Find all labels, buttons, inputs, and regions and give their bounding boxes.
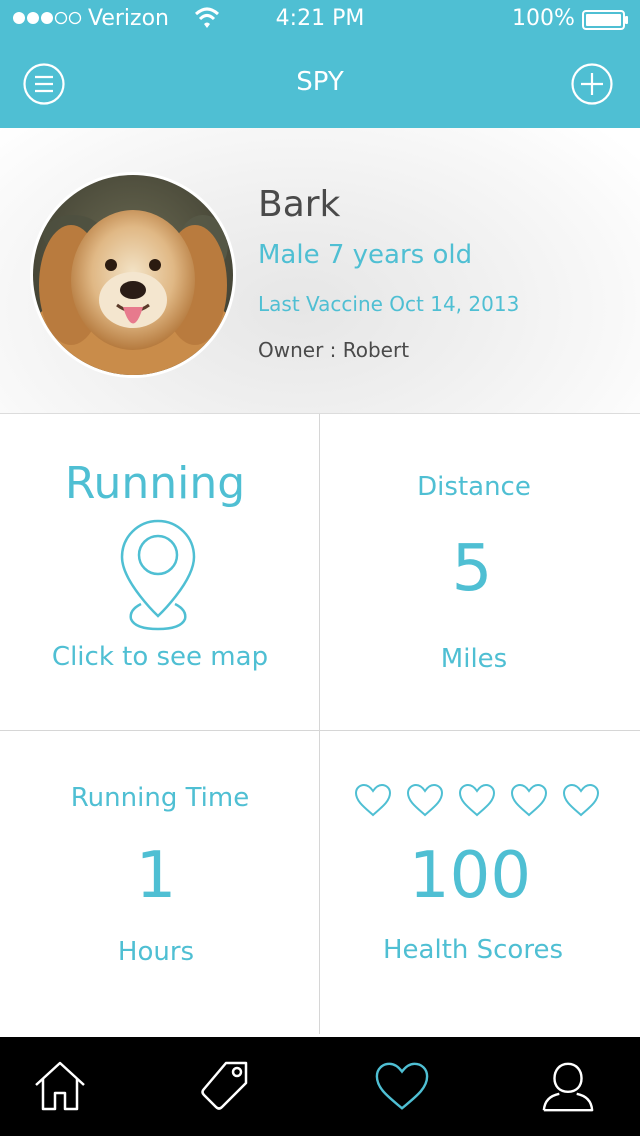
location-pin-icon[interactable] <box>118 518 198 634</box>
pet-owner: Owner : Robert <box>258 338 410 362</box>
avatar-ring <box>30 172 236 378</box>
pet-name: Bark <box>258 184 341 225</box>
heart-icon <box>562 783 600 817</box>
health-score-value: 100 <box>408 839 532 913</box>
heart-icon <box>406 783 444 817</box>
distance-label: Distance <box>417 472 531 502</box>
plus-icon[interactable] <box>570 62 614 106</box>
distance-value: 5 <box>451 532 493 606</box>
running-time-unit: Hours <box>117 937 195 967</box>
home-icon[interactable] <box>32 1059 88 1115</box>
page-title: SPY <box>296 67 344 97</box>
running-time-value: 1 <box>135 839 177 913</box>
distance-tile: Distance 5 Miles <box>320 414 640 730</box>
status-bar: Verizon 4:21 PM 100% <box>0 0 640 40</box>
running-title: Running <box>64 458 246 509</box>
last-vaccine: Last Vaccine Oct 14, 2013 <box>258 292 520 316</box>
health-tile: 100 Health Scores <box>320 731 640 1037</box>
running-tile[interactable]: Running Click to see map <box>0 414 319 730</box>
tab-bar <box>0 1037 640 1136</box>
battery-icon <box>582 10 628 30</box>
heart-icon <box>354 783 392 817</box>
heart-icon[interactable] <box>374 1059 430 1115</box>
health-rating <box>354 783 604 819</box>
header: Verizon 4:21 PM 100% SPY <box>0 0 640 128</box>
pet-gender-age: Male 7 years old <box>258 240 473 270</box>
battery-percentage: 100% <box>512 6 575 31</box>
heart-icon <box>510 783 548 817</box>
pet-profile-card: Bark Male 7 years old Last Vaccine Oct 1… <box>0 128 640 414</box>
see-map-link[interactable]: Click to see map <box>0 642 320 672</box>
distance-unit: Miles <box>440 644 508 674</box>
health-score-label: Health Scores <box>382 935 563 965</box>
tag-icon[interactable] <box>196 1059 252 1115</box>
pet-avatar[interactable] <box>33 175 233 375</box>
heart-icon <box>458 783 496 817</box>
user-icon[interactable] <box>540 1059 596 1115</box>
running-time-label: Running Time <box>70 783 250 813</box>
running-time-tile: Running Time 1 Hours <box>0 731 319 1037</box>
navigation-bar: SPY <box>0 40 640 128</box>
